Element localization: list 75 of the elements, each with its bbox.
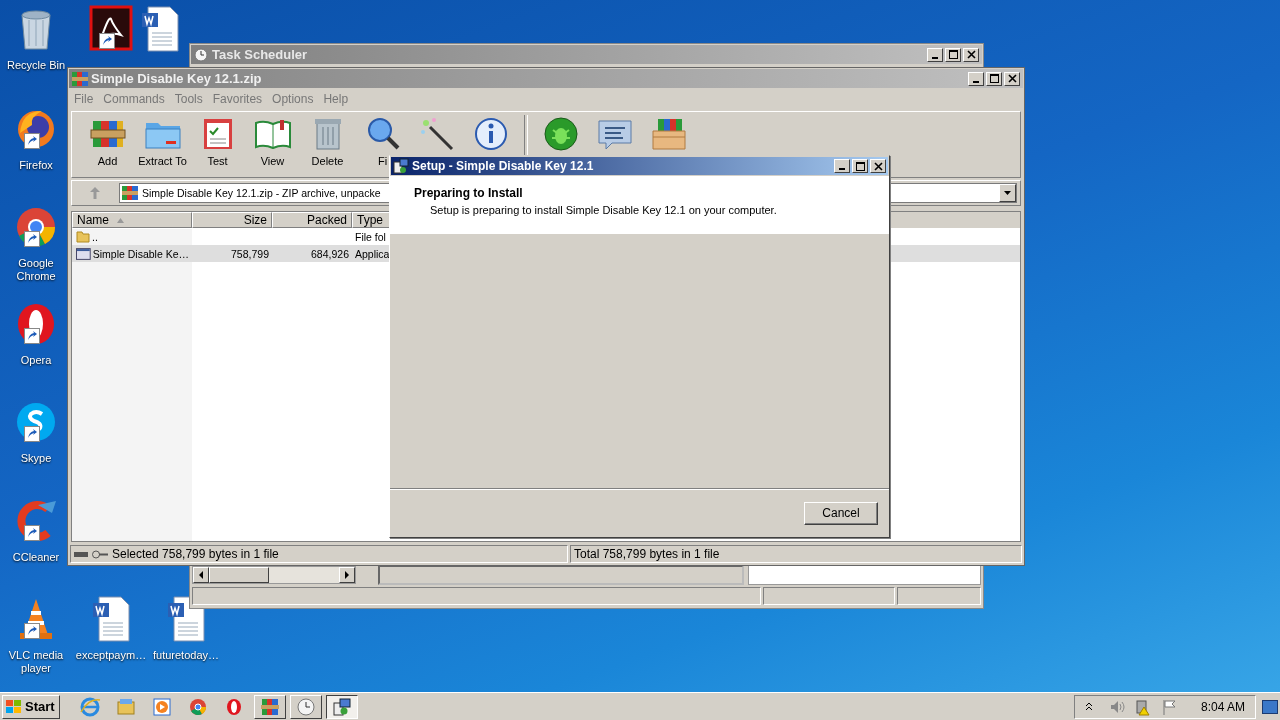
- page-description: Setup is preparing to install Simple Disable Key 12.1 on your computer.: [430, 204, 778, 216]
- desktop-icon-label[interactable]: Skype: [3, 452, 69, 465]
- maximize-icon: [948, 50, 958, 59]
- toolbar-button[interactable]: Delete: [300, 115, 355, 167]
- page-heading: Preparing to Install: [414, 186, 524, 200]
- desktop-icon-label[interactable]: Google Chrome: [3, 257, 69, 283]
- up-arrow-icon: [90, 187, 100, 199]
- packed-size: 684,926: [311, 247, 349, 260]
- close-icon: [873, 161, 883, 171]
- desktop-icon-label[interactable]: exceptpaym…: [78, 649, 144, 662]
- window-title: Setup - Simple Disable Key 12.1: [412, 159, 595, 173]
- folder-icon: [76, 230, 90, 243]
- file-name: ..: [92, 230, 98, 243]
- close-button[interactable]: [870, 159, 886, 173]
- maximize-button[interactable]: [852, 159, 868, 173]
- caret-icon: [1004, 191, 1011, 195]
- drive-icon: [74, 549, 108, 559]
- toolbar-button[interactable]: Fi: [355, 115, 410, 167]
- file-type: Applica: [355, 247, 390, 260]
- window-title: Simple Disable Key 12.1.zip: [91, 71, 263, 86]
- start-button[interactable]: Start: [2, 694, 60, 719]
- window-title: Task Scheduler: [212, 47, 309, 62]
- windows-logo-icon: [5, 698, 23, 715]
- toolbar-button[interactable]: Extract To: [135, 115, 190, 167]
- network-icon[interactable]: [1134, 697, 1153, 716]
- clock[interactable]: 8:04 AM: [1200, 699, 1245, 714]
- desktop-icon-label[interactable]: VLC media player: [3, 649, 69, 675]
- installer-icon: [393, 158, 409, 174]
- maximize-icon: [989, 74, 999, 83]
- status-text: Total 758,799 bytes in 1 file: [574, 547, 720, 561]
- close-icon: [966, 50, 976, 59]
- toolbar-button[interactable]: Test: [190, 115, 245, 167]
- desktop-icon-label[interactable]: CCleaner: [3, 551, 69, 564]
- toolbar-button[interactable]: Add: [80, 115, 135, 167]
- desktop-icon-label[interactable]: Recycle Bin: [3, 59, 69, 72]
- scroll-right-icon[interactable]: [344, 571, 350, 579]
- minimize-button[interactable]: [968, 71, 984, 86]
- column-header[interactable]: Packed: [272, 212, 352, 228]
- status-text: Selected 758,799 bytes in 1 file: [112, 547, 279, 561]
- archive-path: Simple Disable Key 12.1.zip - ZIP archive, unpacke: [142, 187, 381, 199]
- minimize-icon: [973, 80, 979, 83]
- info-icon: [472, 115, 510, 153]
- minimize-button[interactable]: [834, 159, 850, 173]
- desktop-icon-label[interactable]: futuretoday…: [153, 649, 219, 662]
- wand-icon: [418, 115, 456, 153]
- close-icon: [1007, 74, 1017, 83]
- file-name: Simple Disable Ke…: [92, 247, 189, 260]
- file-size: 758,799: [231, 247, 269, 260]
- desktop-icon-label[interactable]: Opera: [3, 354, 69, 367]
- dropdown-button[interactable]: [999, 184, 1016, 202]
- maximize-icon: [855, 161, 865, 171]
- close-button[interactable]: [963, 47, 979, 62]
- bug-icon: [542, 115, 580, 153]
- installer-icon: [330, 695, 353, 718]
- taskbar-button[interactable]: [325, 694, 358, 719]
- clock-icon: [194, 47, 208, 62]
- column-header[interactable]: Size: [192, 212, 272, 228]
- archive-icon: [122, 186, 138, 200]
- maximize-button[interactable]: [986, 71, 1002, 86]
- cancel-button[interactable]: Cancel: [804, 501, 878, 525]
- horizontal-scrollbar[interactable]: [192, 566, 356, 584]
- desktop-icon-label[interactable]: Firefox: [3, 159, 69, 172]
- close-button[interactable]: [1004, 71, 1020, 86]
- archive-icon: [72, 71, 88, 86]
- scroll-left-icon[interactable]: [198, 571, 204, 579]
- browser-icon: [78, 695, 101, 718]
- minimize-button[interactable]: [927, 47, 943, 62]
- file-type: File fol: [355, 230, 386, 243]
- show-desktop-icon[interactable]: [1262, 699, 1278, 714]
- minimize-icon: [839, 168, 845, 170]
- column-header[interactable]: Name: [72, 212, 192, 228]
- minimize-icon: [932, 56, 938, 59]
- toolbar-button[interactable]: View: [245, 115, 300, 167]
- maximize-button[interactable]: [945, 47, 961, 62]
- application-icon: [76, 247, 91, 260]
